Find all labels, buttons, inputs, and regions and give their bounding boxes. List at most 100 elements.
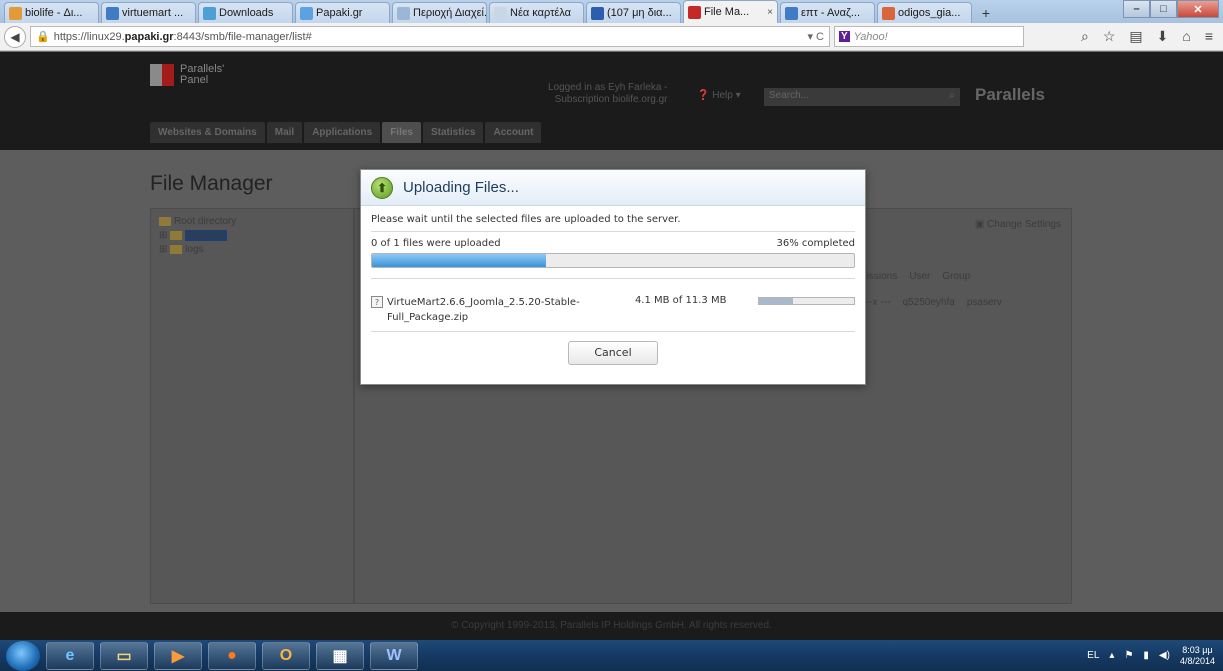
tab-favicon-icon [882, 6, 895, 20]
minimize-icon[interactable]: – [1123, 0, 1150, 18]
tab-label: Περιοχή Διαχεί... [413, 7, 487, 19]
tab-label: επτ - Αναζ... [801, 7, 861, 19]
tab-label: odigos_gia... [898, 7, 961, 19]
percent-completed: 36% completed [776, 238, 855, 249]
calendar-icon[interactable]: ▦ [316, 641, 364, 670]
dialog-header: ⬆ Uploading Files... [361, 170, 865, 206]
tree-root[interactable]: Root directory [159, 215, 345, 229]
browser-tab[interactable]: Downloads [198, 2, 293, 23]
tab-statistics[interactable]: Statistics [423, 122, 484, 143]
browser-nav-bar: ◀ 🔒 https://linux29.papaki.gr:8443/smb/f… [0, 23, 1223, 51]
reload-icon[interactable]: ▾ C [807, 30, 824, 43]
network-icon[interactable]: ▮ [1143, 650, 1149, 661]
url-text: https://linux29.papaki.gr:8443/smb/file-… [53, 30, 312, 43]
tab-label: virtuemart ... [122, 7, 184, 19]
volume-icon[interactable]: ◀) [1159, 650, 1170, 661]
tab-label: (107 μη δια... [607, 7, 672, 19]
browser-tab[interactable]: biolife - Δι... [4, 2, 99, 23]
tab-favicon-icon [397, 6, 410, 20]
language-indicator[interactable]: EL [1087, 650, 1099, 661]
media-player-icon[interactable]: ▶ [154, 641, 202, 670]
folder-icon [170, 230, 183, 240]
files-uploaded-count: 0 of 1 files were uploaded [371, 238, 501, 249]
tab-mail[interactable]: Mail [266, 122, 303, 143]
tab-favicon-icon [300, 6, 313, 20]
tab-favicon-icon [785, 6, 798, 20]
tab-label: Νέα καρτέλα [510, 7, 572, 19]
close-icon[interactable]: ✕ [1177, 0, 1219, 18]
yahoo-logo-icon: Y [839, 31, 850, 42]
parallels-logo-icon [150, 64, 174, 86]
panel-header: Parallels' Panel Logged in as Eyh Farleka… [0, 52, 1223, 150]
tab-label: Papaki.gr [316, 7, 363, 19]
upload-icon: ⬆ [371, 176, 393, 199]
parallels-logo: Parallels [975, 85, 1045, 104]
tab-websites-domains[interactable]: Websites & Domains [150, 122, 265, 143]
folder-icon [159, 216, 171, 226]
browser-tab[interactable]: odigos_gia... [877, 2, 972, 23]
upload-dialog: ⬆ Uploading Files... Please wait until t… [360, 169, 866, 385]
tab-applications[interactable]: Applications [304, 122, 381, 143]
upload-progress-bar [371, 253, 855, 268]
maximize-icon[interactable]: □ [1150, 0, 1177, 18]
file-progress-bar [758, 297, 856, 305]
browser-tab[interactable]: (107 μη δια... [586, 2, 681, 23]
start-button[interactable] [6, 640, 40, 671]
cancel-button[interactable]: Cancel [568, 341, 658, 365]
upload-file-row: ? VirtueMart2.6.6_Joomla_2.5.20-Stable-F… [371, 295, 856, 325]
tab-favicon-icon [203, 6, 216, 20]
window-controls: – □ ✕ [1123, 0, 1219, 18]
toolbar-icons: ⌕ ☆ ▤ ⬇ ⌂ ≡ [1081, 28, 1219, 45]
tab-favicon-icon [591, 6, 604, 20]
file-name: VirtueMart2.6.6_Joomla_2.5.20-Stable-Ful… [387, 297, 580, 323]
search-icon[interactable]: ⌕ [1081, 28, 1089, 45]
clock[interactable]: 8:03 μμ 4/8/2014 [1180, 645, 1215, 667]
download-icon[interactable]: ⬇ [1157, 28, 1169, 45]
word-icon[interactable]: W [370, 641, 418, 670]
browser-tab-strip: biolife - Δι... virtuemart ... Downloads Pa… [0, 0, 1223, 23]
internet-explorer-icon[interactable]: e [46, 641, 94, 670]
action-center-icon[interactable]: ⚑ [1124, 650, 1133, 661]
reading-list-icon[interactable]: ▤ [1129, 28, 1142, 45]
tab-favicon-icon [9, 6, 22, 20]
tray-expand-icon[interactable]: ▴ [1109, 650, 1114, 661]
panel-tabs: Websites & Domains Mail Applications Files S… [150, 122, 542, 143]
browser-tab[interactable]: επτ - Αναζ... [780, 2, 875, 23]
close-tab-icon[interactable]: × [767, 7, 773, 18]
system-tray: EL ▴ ⚑ ▮ ◀) 8:03 μμ 4/8/2014 [1087, 645, 1223, 667]
file-icon: ? [371, 296, 383, 308]
file-list-header: rmissions User Group [855, 271, 971, 282]
browser-tab[interactable]: File Ma... × [683, 0, 778, 23]
url-bar[interactable]: 🔒 https://linux29.papaki.gr:8443/smb/fil… [30, 26, 830, 47]
windows-taskbar: e ▭ ▶ ● O ▦ W EL ▴ ⚑ ▮ ◀) 8:03 μμ 4/8/20… [0, 640, 1223, 671]
back-icon[interactable]: ◀ [4, 25, 26, 48]
dialog-message: Please wait until the selected files are… [371, 214, 681, 225]
panel-search-input[interactable]: Search... ⌕ [764, 88, 960, 106]
search-icon: ⌕ [949, 90, 955, 101]
firefox-icon[interactable]: ● [208, 641, 256, 670]
tree-item-httpdocs[interactable]: ⊞ httpdocs [159, 229, 345, 243]
help-menu[interactable]: ❓ Help ▾ [697, 90, 741, 101]
browser-tab[interactable]: virtuemart ... [101, 2, 196, 23]
web-search-input[interactable]: Y Yahoo! [834, 26, 1024, 47]
tab-files[interactable]: Files [382, 122, 421, 143]
new-tab-icon[interactable]: + [974, 3, 998, 23]
home-icon[interactable]: ⌂ [1182, 28, 1190, 45]
tab-account[interactable]: Account [485, 122, 542, 143]
tree-item-logs[interactable]: ⊞ logs [159, 243, 345, 257]
bookmark-star-icon[interactable]: ☆ [1103, 28, 1116, 45]
change-settings-link[interactable]: ▣ Change Settings [975, 219, 1061, 230]
copyright-footer: © Copyright 1999-2013, Parallels IP Hold… [0, 612, 1223, 640]
browser-tab[interactable]: Νέα καρτέλα [489, 2, 584, 23]
tab-favicon-icon [106, 6, 119, 20]
directory-tree: Root directory ⊞ httpdocs ⊞ logs [150, 208, 354, 604]
parallels-panel-brand: Parallels' Panel [150, 64, 224, 86]
outlook-icon[interactable]: O [262, 641, 310, 670]
login-info: Logged in as Eyh Farleka - Subscription … [548, 82, 668, 105]
file-explorer-icon[interactable]: ▭ [100, 641, 148, 670]
browser-tab[interactable]: Περιοχή Διαχεί... [392, 2, 487, 23]
browser-tab[interactable]: Papaki.gr [295, 2, 390, 23]
tab-label: File Ma... [704, 6, 750, 18]
tab-favicon-icon [494, 6, 507, 20]
menu-icon[interactable]: ≡ [1205, 28, 1213, 45]
